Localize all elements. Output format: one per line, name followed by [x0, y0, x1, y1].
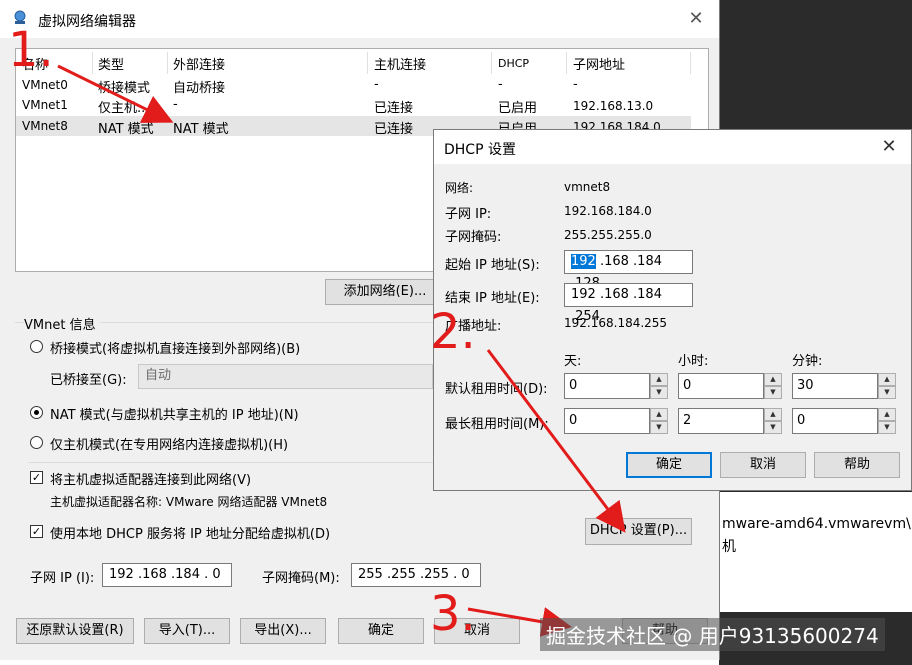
- arrow-step2: [486, 349, 626, 533]
- annotation-arrows: [57, 64, 626, 637]
- watermark: 掘金技术社区 @ 用户93135600274: [540, 618, 885, 651]
- arrow-step1: [57, 64, 174, 123]
